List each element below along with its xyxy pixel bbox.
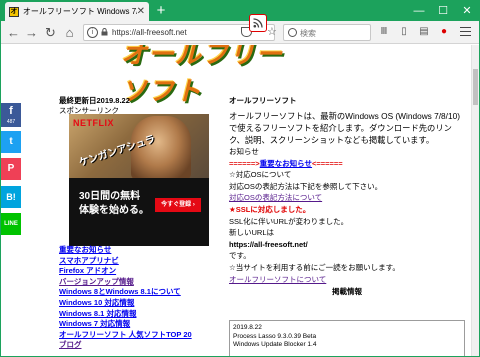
info-icon[interactable]: i [87, 27, 98, 38]
navigation-toolbar: ← → ↻ ⌂ i https://all-freesoft.net ••• ☆… [1, 21, 479, 44]
site-logo[interactable]: オールフリーソフト [121, 45, 301, 107]
toolbar-icons: Ⅲ ▯ ▤ ● [377, 25, 451, 39]
reload-icon[interactable]: ↻ [42, 24, 59, 41]
tab-bar: オ オールフリーソフト Windows 7/8 ✕ + — ☐ ✕ [1, 1, 479, 21]
netflix-ad[interactable]: NETFLIX ケンガンアシュラ 30日間の無料体験を始める。 今すぐ登録 › [69, 114, 209, 246]
sidebar-link-version-updates[interactable]: バージョンアップ情報 [59, 277, 219, 288]
important-notice: ======>重要なお知らせ<====== [229, 158, 343, 168]
url-text[interactable]: https://all-freesoft.net [112, 28, 187, 37]
ad-signup-button[interactable]: 今すぐ登録 › [155, 198, 201, 212]
sidebar-links: 重要なお知らせ スマホアプリナビ Firefox アドオン バージョンアップ情報… [59, 245, 219, 351]
maximize-icon[interactable]: ☐ [431, 1, 455, 21]
vertical-scrollbar[interactable] [471, 45, 479, 356]
minimize-icon[interactable]: — [407, 1, 431, 21]
sidebar-link-smartphone-apps[interactable]: スマホアプリナビ [59, 256, 219, 267]
info-date: 2019.8.22 [233, 324, 262, 331]
lock-icon [101, 28, 108, 36]
pocket-share-icon: P [7, 163, 15, 174]
twitter-share-button[interactable]: t [1, 131, 21, 153]
window-close-icon[interactable]: ✕ [455, 1, 479, 21]
plus-icon[interactable]: + [153, 3, 169, 19]
sidebar-link-blog[interactable]: ブログ [59, 340, 219, 351]
active-tab[interactable]: オ オールフリーソフト Windows 7/8 ✕ [5, 2, 149, 21]
hatena-share-button[interactable]: B! [1, 186, 21, 208]
hamburger-menu-icon[interactable] [460, 27, 471, 36]
facebook-count: 487 [6, 119, 16, 125]
ssl-note: SSL化に伴いURLが変わりました。 [229, 216, 349, 226]
sidebar-link-important[interactable]: 重要なお知らせ [59, 245, 219, 256]
about-link[interactable]: オールフリーソフトについて [229, 275, 326, 284]
sidebar-link-windows-7[interactable]: Windows 7 対応情報 [59, 319, 219, 330]
os-notation-link[interactable]: 対応OSの表記方法について [229, 193, 322, 202]
new-url: https://all-freesoft.net/ [229, 239, 308, 249]
section-heading: オールフリーソフト [229, 96, 297, 105]
sidebar-link-top20[interactable]: オールフリーソフト 人気ソフトTOP 20 [59, 330, 219, 341]
home-icon[interactable]: ⌂ [61, 24, 78, 41]
line-icon: LINE [4, 221, 18, 227]
main-column: オールフリーソフト オールフリーソフトは、最新のWindows OS (Wind… [229, 95, 465, 297]
ad-footer: 30日間の無料体験を始める。 今すぐ登録 › [69, 178, 209, 246]
pocket-share-button[interactable]: P [1, 158, 21, 180]
new-url-label: 新しいURLは [229, 228, 275, 238]
window-controls: — ☐ ✕ [407, 1, 479, 21]
sidebar-icon[interactable]: ▯ [397, 25, 411, 39]
sidebar-link-windows-81[interactable]: Windows 8.1 対応情報 [59, 309, 219, 320]
search-icon [288, 28, 297, 37]
desu-text: です。 [229, 251, 251, 261]
os-note-title: ☆対応OSについて [229, 170, 292, 180]
search-placeholder: 検索 [300, 29, 316, 38]
line-share-button[interactable]: LINE [1, 213, 21, 235]
usage-note: ☆当サイトを利用する前にご一読をお願いします。 [229, 262, 400, 272]
facebook-share-button[interactable]: f 487 [1, 103, 21, 127]
ad-headline: 30日間の無料体験を始める。 [79, 191, 149, 216]
rss-icon [253, 18, 263, 28]
page-content: オールフリーソフト f 487 t P B! LINE 最終更新日2019.8.… [1, 45, 471, 356]
addon-icon[interactable]: ● [437, 25, 451, 39]
info-line: Windows Update Blocker 1.4 [233, 341, 317, 348]
rss-button[interactable] [249, 14, 267, 32]
update-info-box[interactable]: 2019.8.22 Process Lasso 9.3.0.39 Beta Wi… [229, 320, 465, 356]
oshirase-label: お知らせ [229, 147, 259, 156]
netflix-logo: NETFLIX [73, 118, 114, 128]
reader-icon[interactable]: ▤ [417, 25, 431, 39]
ad-image: NETFLIX ケンガンアシュラ [69, 114, 209, 180]
important-notice-link[interactable]: 重要なお知らせ [260, 159, 312, 168]
sidebar-link-windows-8[interactable]: Windows 8とWindows 8.1について [59, 287, 219, 298]
search-input[interactable]: 検索 [283, 24, 371, 41]
listing-heading: 掲載情報 [332, 287, 362, 297]
close-icon[interactable]: ✕ [137, 6, 145, 17]
forward-arrow-icon[interactable]: → [23, 24, 40, 41]
ssl-title: ★SSLに対応しました。 [229, 204, 311, 214]
twitter-icon: t [9, 136, 13, 147]
library-icon[interactable]: Ⅲ [377, 25, 391, 39]
info-line: Process Lasso 9.3.0.39 Beta [233, 332, 317, 340]
intro-text: オールフリーソフトは、最新のWindows OS (Windows 7/8/10… [229, 111, 460, 145]
scrollbar-thumb[interactable] [473, 69, 478, 105]
hatena-icon: B! [6, 192, 16, 202]
site-favicon-icon: オ [9, 6, 19, 17]
sidebar-link-windows-10[interactable]: Windows 10 対応情報 [59, 298, 219, 309]
os-note-text: 対応OSの表記方法は下記を参照して下さい。 [229, 181, 383, 191]
facebook-icon: f [9, 105, 13, 117]
tab-title: オールフリーソフト Windows 7/8 [22, 7, 137, 16]
sidebar-link-firefox-addons[interactable]: Firefox アドオン [59, 266, 219, 277]
back-arrow-icon[interactable]: ← [5, 24, 22, 41]
star-icon[interactable]: ☆ [267, 25, 277, 38]
browser-window: オ オールフリーソフト Windows 7/8 ✕ + — ☐ ✕ ← → ↻ … [0, 0, 480, 357]
